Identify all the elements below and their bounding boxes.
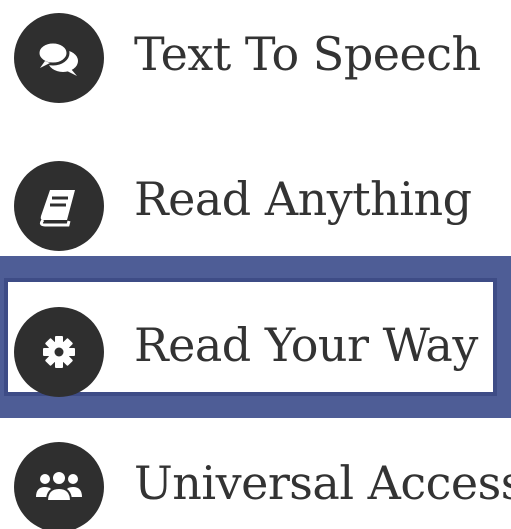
gear-icon <box>14 307 104 397</box>
menu-item-label: Universal Access <box>134 456 511 510</box>
feature-menu: Text To Speech Read Anything Read Your W… <box>0 0 511 529</box>
book-icon <box>14 161 104 251</box>
menu-item-text-to-speech[interactable]: Text To Speech <box>0 0 511 103</box>
menu-item-universal-access[interactable]: Universal Access <box>0 418 511 529</box>
menu-item-read-anything[interactable]: Read Anything <box>0 150 511 251</box>
menu-item-label: Text To Speech <box>134 27 481 81</box>
menu-item-read-your-way[interactable]: Read Your Way <box>0 256 511 418</box>
users-icon <box>14 442 104 529</box>
menu-item-label: Read Anything <box>134 172 472 226</box>
menu-item-label: Read Your Way <box>134 318 478 372</box>
speech-bubbles-icon <box>14 13 104 103</box>
